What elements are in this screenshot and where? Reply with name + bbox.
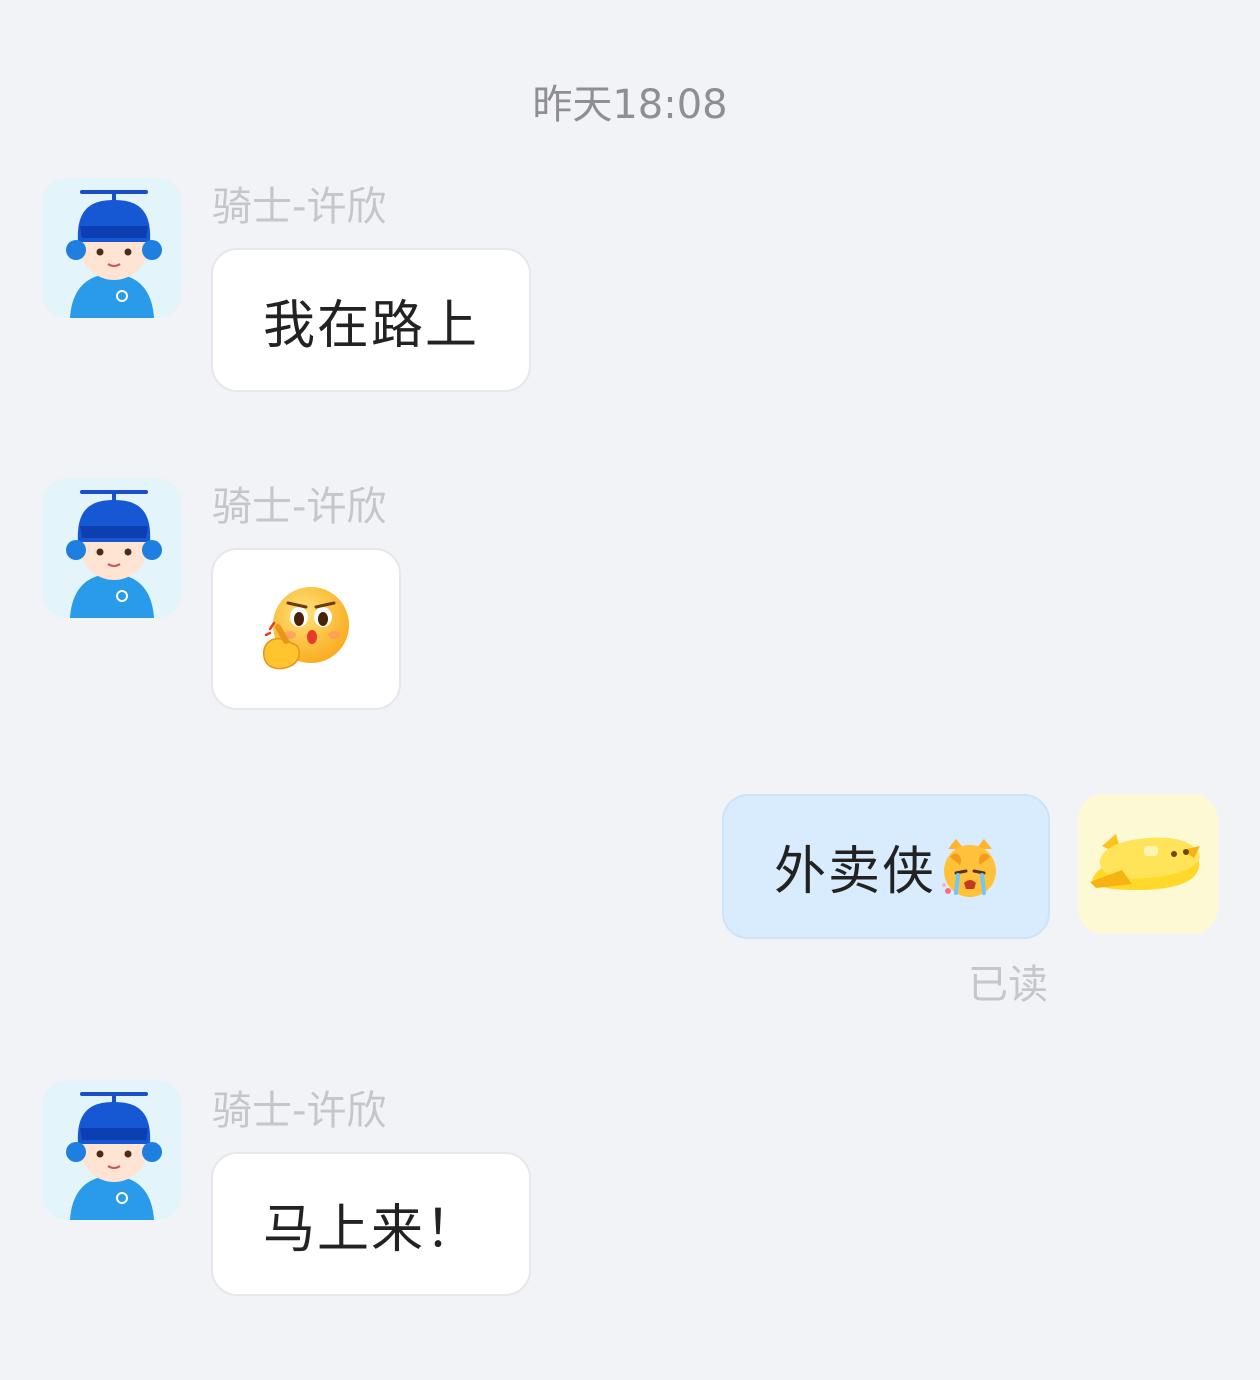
yellow-plane-avatar-icon	[1078, 794, 1218, 934]
incoming-sticker-bubble[interactable]	[211, 548, 401, 710]
rider-avatar[interactable]	[42, 478, 182, 618]
my-avatar[interactable]	[1078, 794, 1218, 934]
outgoing-message-bubble[interactable]: 外卖侠	[722, 794, 1050, 939]
incoming-message-bubble[interactable]: 马上来！	[211, 1152, 531, 1296]
chat-timestamp: 昨天18:08	[532, 82, 728, 128]
read-status: 已读	[968, 962, 1048, 1008]
message-text: 马上来！	[263, 1199, 480, 1260]
rider-avatar-icon	[42, 1080, 182, 1220]
rider-avatar-icon	[42, 178, 182, 318]
message-text: 外卖侠	[774, 842, 937, 902]
message-sender-name: 骑士-许欣	[212, 184, 387, 230]
rider-avatar[interactable]	[42, 1080, 182, 1220]
message-text: 我在路上	[263, 295, 480, 356]
pointing-shocked-face-sticker-icon	[263, 587, 349, 670]
crying-cat-emoji-icon	[942, 838, 997, 897]
message-sender-name: 骑士-许欣	[212, 1088, 387, 1134]
rider-avatar-icon	[42, 478, 182, 618]
rider-avatar[interactable]	[42, 178, 182, 318]
incoming-message-bubble[interactable]: 我在路上	[211, 248, 531, 392]
message-sender-name: 骑士-许欣	[212, 484, 387, 530]
